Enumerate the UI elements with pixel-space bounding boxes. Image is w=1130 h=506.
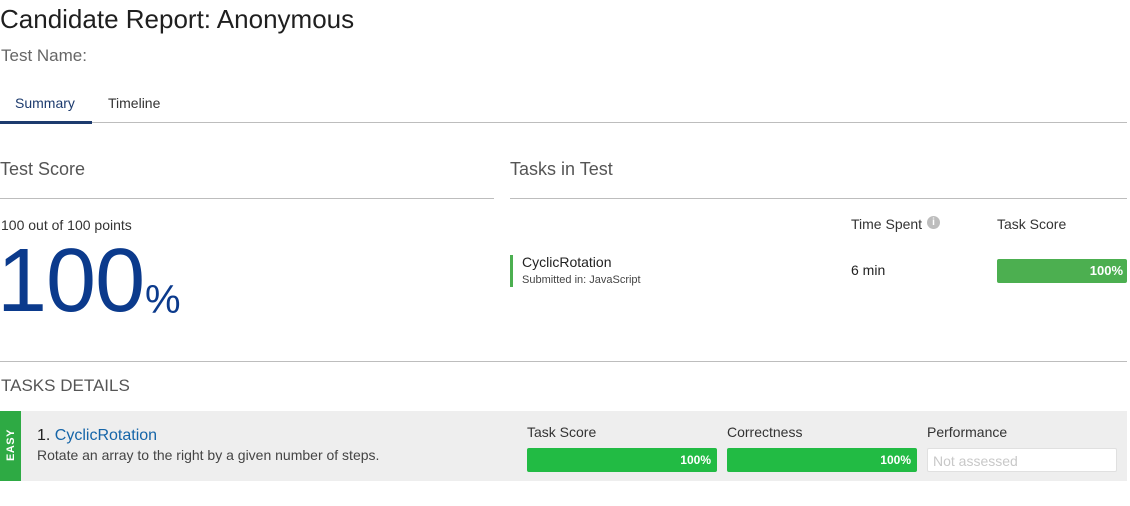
metric-task-score-label: Task Score (527, 424, 597, 440)
task-score-bar: 100% (997, 259, 1127, 283)
task-detail-link[interactable]: CyclicRotation (55, 427, 157, 444)
test-score-divider (0, 198, 494, 199)
task-submitted-language: Submitted in: JavaScript (522, 274, 641, 286)
task-score-header: Task Score (997, 216, 1067, 232)
tasks-details-heading: TASKS DETAILS (1, 376, 130, 395)
page-title: Candidate Report: Anonymous (0, 4, 355, 34)
metric-correctness-label: Correctness (727, 424, 803, 440)
difficulty-label: EASY (5, 429, 17, 461)
tasks-in-test-heading: Tasks in Test (510, 159, 613, 179)
score-percent-sign: % (145, 278, 181, 322)
tab-divider (0, 122, 1127, 123)
metric-task-score-value: 100% (680, 453, 711, 467)
test-score-heading: Test Score (0, 159, 86, 179)
metric-correctness-value: 100% (880, 453, 911, 467)
metric-correctness-bar: 100% (727, 448, 917, 472)
tasks-in-test-divider (510, 198, 1127, 199)
time-spent-header: Time Spent (851, 216, 923, 232)
task-detail-number: 1. (37, 427, 51, 444)
test-name-label: Test Name: (1, 46, 87, 65)
task-score-value: 100% (1089, 263, 1123, 278)
task-time-spent: 6 min (851, 262, 886, 278)
task-name[interactable]: CyclicRotation (522, 254, 611, 270)
score-percent-value: 100 (0, 231, 145, 331)
tab-summary[interactable]: Summary (15, 95, 75, 111)
task-status-accent (510, 255, 513, 287)
tab-active-indicator (0, 121, 92, 124)
task-detail-title: 1. CyclicRotation (37, 427, 157, 445)
task-detail-description: Rotate an array to the right by a given … (37, 447, 380, 463)
metric-performance-label: Performance (927, 424, 1008, 440)
section-divider (0, 361, 1127, 362)
info-icon[interactable]: i (927, 216, 940, 229)
metric-performance-bar: Not assessed (927, 448, 1117, 472)
tab-timeline[interactable]: Timeline (108, 95, 160, 111)
metric-task-score-bar: 100% (527, 448, 717, 472)
metric-performance-value: Not assessed (933, 453, 1018, 469)
